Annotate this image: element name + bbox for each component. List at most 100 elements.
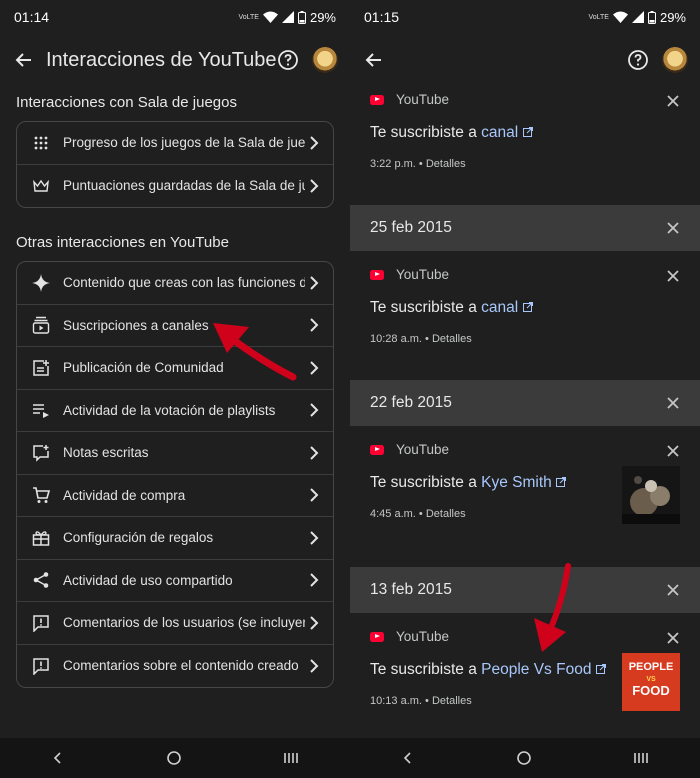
back-button[interactable]: [362, 48, 386, 72]
row-content-feedback[interactable]: Comentarios sobre el contenido creado: [17, 645, 333, 688]
avatar[interactable]: [662, 47, 688, 73]
date-header: 13 feb 2015: [350, 567, 700, 613]
entry-source: YouTube: [396, 267, 450, 282]
nav-recents-icon[interactable]: [633, 751, 649, 765]
channel-link[interactable]: canal: [481, 124, 518, 141]
youtube-logo-icon: [370, 631, 384, 642]
details-link[interactable]: Detalles: [432, 333, 472, 345]
back-button[interactable]: [12, 48, 36, 72]
battery-level: 29%: [659, 9, 686, 25]
row-games-scores[interactable]: Puntuaciones guardadas de la Sala de jue…: [17, 165, 333, 208]
row-label: Actividad de compra: [63, 487, 186, 503]
chevron-right-icon: [310, 573, 319, 587]
playlist-icon: [33, 404, 49, 419]
chevron-right-icon: [310, 659, 319, 673]
entry-time: 10:13 a.m.: [370, 695, 422, 707]
chevron-right-icon: [310, 531, 319, 545]
close-icon[interactable]: [666, 444, 680, 458]
row-label: Comentarios sobre el contenido creado: [63, 658, 299, 674]
status-bar: 01:15 VoLTE 29%: [350, 0, 700, 34]
row-label: Progreso de los juegos de la Sala de jue…: [63, 135, 305, 151]
wifi-icon: [262, 11, 278, 23]
other-card: Contenido que creas con las funciones de…: [16, 261, 334, 688]
post-icon: [33, 359, 49, 376]
row-purchases[interactable]: Actividad de compra: [17, 475, 333, 517]
close-icon[interactable]: [666, 396, 680, 410]
date-header: 22 feb 2015: [350, 380, 700, 426]
row-subscriptions[interactable]: Suscripciones a canales: [17, 305, 333, 347]
row-gifts[interactable]: Configuración de regalos: [17, 517, 333, 560]
open-external-icon: [522, 302, 533, 312]
chevron-right-icon: [310, 276, 319, 290]
note-icon: [33, 444, 49, 462]
svg-text:PEOPLE: PEOPLE: [629, 661, 674, 673]
close-icon[interactable]: [666, 94, 680, 108]
details-link[interactable]: Detalles: [432, 695, 472, 707]
chevron-right-icon: [310, 361, 319, 375]
row-label: Actividad de uso compartido: [63, 572, 233, 588]
details-link[interactable]: Detalles: [426, 508, 466, 520]
page-title: Interacciones de YouTube: [46, 48, 276, 71]
app-bar: [350, 40, 700, 80]
close-icon[interactable]: [666, 221, 680, 235]
section-title-games: Interacciones con Sala de juegos: [16, 94, 237, 111]
channel-link[interactable]: Kye Smith: [481, 474, 552, 491]
help-icon[interactable]: [626, 48, 650, 72]
nav-home-icon[interactable]: [516, 750, 532, 766]
section-title-other: Otras interacciones en YouTube: [16, 234, 229, 251]
nav-back-icon[interactable]: [51, 751, 65, 765]
sparkle-icon: [32, 273, 50, 292]
share-icon: [33, 572, 49, 589]
row-label: Publicación de Comunidad: [63, 360, 224, 376]
right-screen: 01:15 VoLTE 29% YouTube Te suscribiste a…: [350, 0, 700, 778]
channel-link[interactable]: People Vs Food: [481, 661, 591, 678]
feedback-icon: [33, 658, 49, 675]
entry-time: 4:45 a.m.: [370, 508, 416, 520]
close-icon[interactable]: [666, 583, 680, 597]
nav-home-icon[interactable]: [166, 750, 182, 766]
row-label: Notas escritas: [63, 445, 149, 461]
row-community-post[interactable]: Publicación de Comunidad: [17, 347, 333, 390]
avatar[interactable]: [312, 47, 338, 73]
entry-source: YouTube: [396, 442, 450, 457]
row-sharing[interactable]: Actividad de uso compartido: [17, 560, 333, 602]
activity-entry: YouTube Te suscribiste a Kye Smith 4:45 …: [350, 442, 700, 542]
channel-link[interactable]: canal: [481, 299, 518, 316]
battery-icon: [297, 10, 306, 24]
row-playlist-votes[interactable]: Actividad de la votación de playlists: [17, 390, 333, 432]
entry-source: YouTube: [396, 629, 450, 644]
nav-recents-icon[interactable]: [283, 751, 299, 765]
svg-text:FOOD: FOOD: [632, 683, 670, 698]
row-label: Configuración de regalos: [63, 530, 214, 546]
wifi-icon: [612, 11, 628, 23]
channel-thumbnail[interactable]: [622, 466, 680, 524]
row-ai-content[interactable]: Contenido que creas con las funciones de…: [17, 262, 333, 305]
close-icon[interactable]: [666, 269, 680, 283]
games-card: Progreso de los juegos de la Sala de jue…: [16, 121, 334, 208]
svg-text:VS: VS: [646, 676, 656, 683]
open-external-icon: [556, 477, 567, 487]
row-games-progress[interactable]: Progreso de los juegos de la Sala de jue…: [17, 122, 333, 165]
left-screen: 01:14 VoLTE 29% Interacciones de YouTube…: [0, 0, 350, 778]
arrow-back-icon: [365, 53, 381, 67]
gift-icon: [32, 530, 50, 546]
signal-icon: [281, 11, 294, 23]
channel-thumbnail[interactable]: PEOPLE VS FOOD: [622, 653, 680, 711]
entry-text: Te suscribiste a: [370, 474, 482, 491]
chevron-right-icon: [310, 488, 319, 502]
chevron-right-icon: [310, 318, 319, 332]
row-written-notes[interactable]: Notas escritas: [17, 432, 333, 475]
details-link[interactable]: Detalles: [426, 158, 466, 170]
row-label: Actividad de la votación de playlists: [63, 402, 276, 418]
help-icon[interactable]: [276, 48, 300, 72]
close-icon[interactable]: [666, 631, 680, 645]
entry-text: Te suscribiste a: [370, 661, 482, 678]
system-nav-bar: [0, 738, 700, 778]
arrow-back-icon: [15, 53, 31, 67]
battery-level: 29%: [309, 9, 336, 25]
youtube-logo-icon: [370, 94, 384, 105]
row-user-feedback[interactable]: Comentarios de los usuarios (se incluyen…: [17, 602, 333, 645]
date-label: 25 feb 2015: [370, 219, 452, 236]
date-label: 13 feb 2015: [370, 581, 452, 598]
nav-back-icon[interactable]: [401, 751, 415, 765]
